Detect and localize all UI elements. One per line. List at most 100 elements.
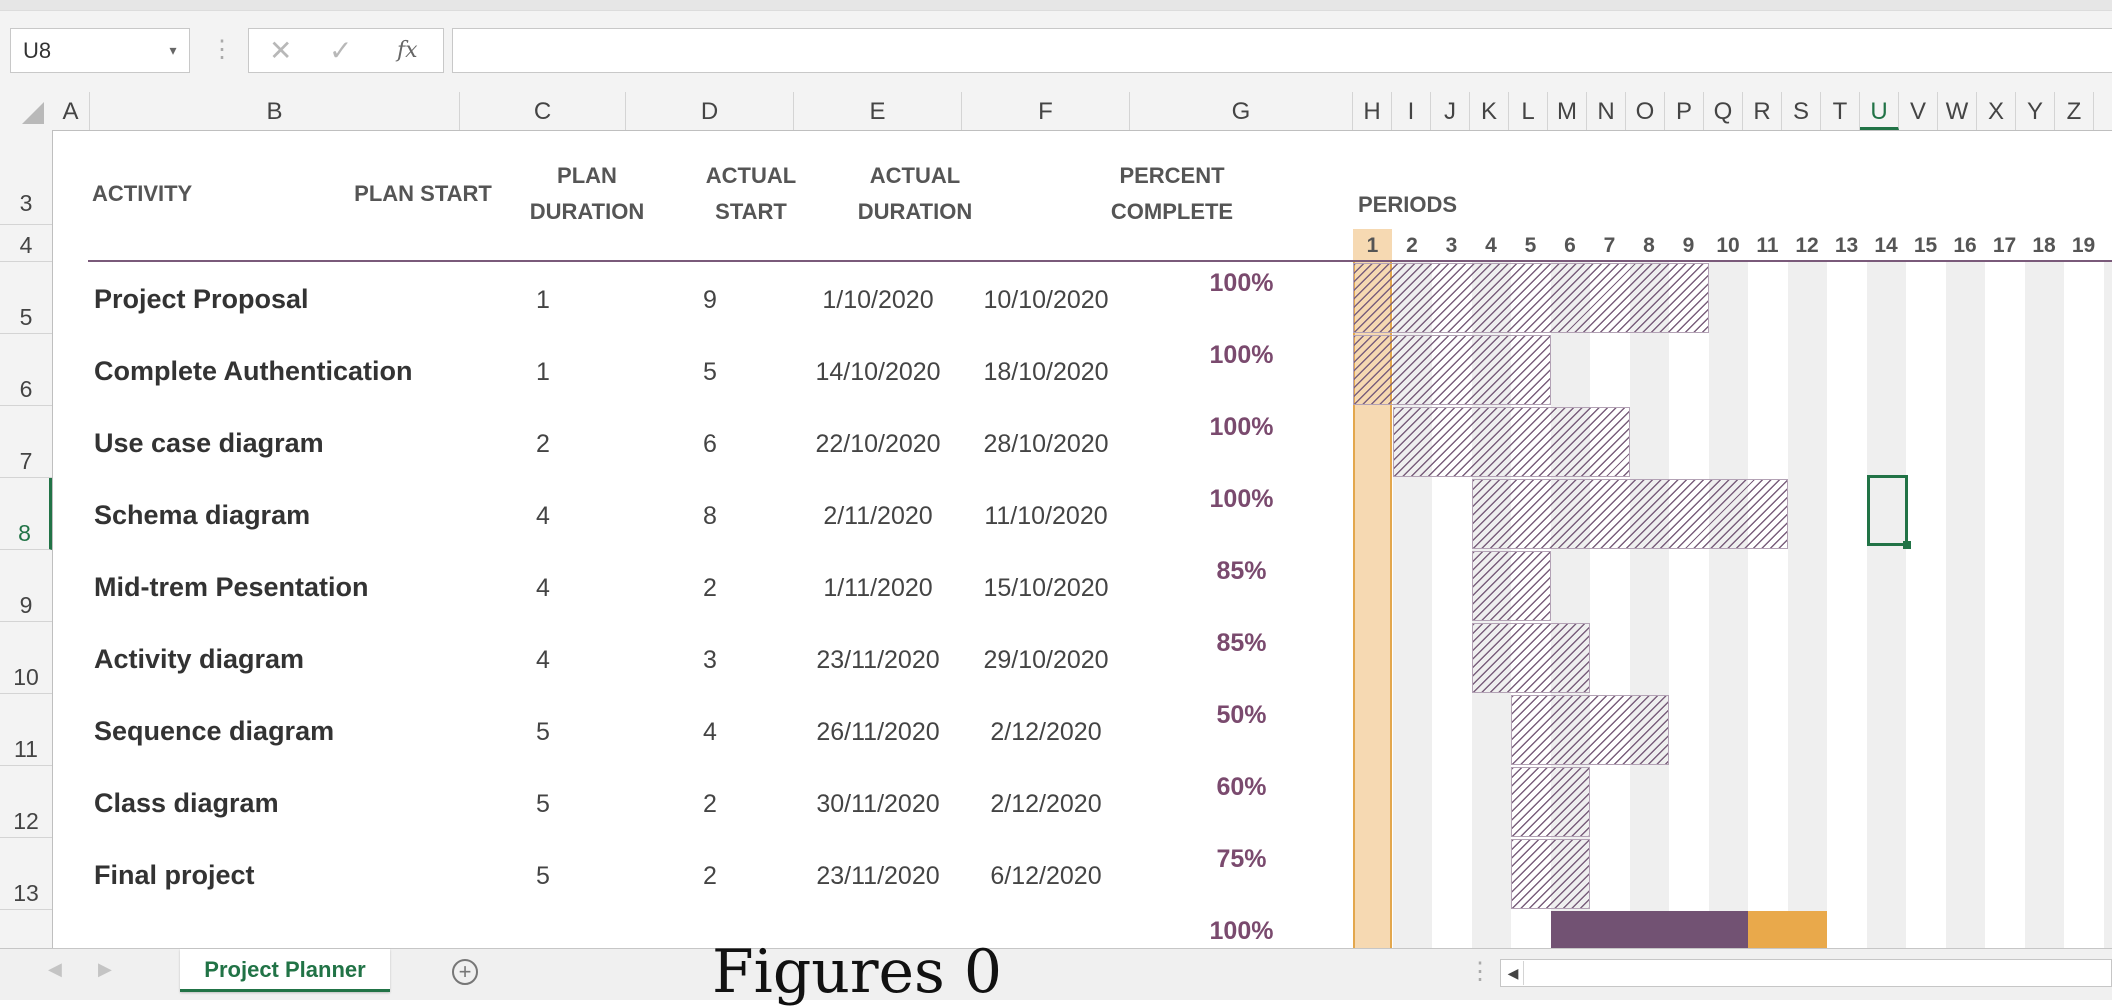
actual-start-cell: 2/11/2020 (794, 502, 962, 531)
column-header-m[interactable]: M (1548, 92, 1587, 130)
row-header-13[interactable]: 13 (0, 838, 52, 910)
gantt-period-column (1985, 261, 2025, 948)
column-header-c[interactable]: C (460, 92, 626, 130)
sheet-tab-bar: ◀ ▶ Project Planner + ⋮ ◀ (0, 948, 2112, 1000)
insert-function-icon[interactable]: fx (397, 29, 418, 72)
column-header-v[interactable]: V (1899, 92, 1938, 130)
row-header-3[interactable]: 3 (0, 130, 52, 225)
gantt-plan-bar[interactable] (1353, 335, 1551, 405)
period-number: 16 (1946, 229, 1985, 260)
gantt-period-column (1669, 261, 1709, 948)
column-header-u[interactable]: U (1860, 92, 1899, 130)
row-header-10[interactable]: 10 (0, 622, 52, 694)
column-header-a[interactable]: A (52, 92, 90, 130)
column-header-g[interactable]: G (1130, 92, 1353, 130)
percent-complete-cell: 100% (1130, 269, 1353, 298)
active-cell-cursor[interactable] (1867, 475, 1908, 546)
header-actual-duration: DURATION (833, 194, 997, 230)
sheet-tab-project-planner[interactable]: Project Planner (180, 949, 390, 992)
column-header-t[interactable]: T (1821, 92, 1860, 130)
period-number: 10 (1709, 229, 1748, 260)
scroll-split-handle-icon[interactable]: ⋮ (1468, 957, 1492, 986)
period-number: 1 (1353, 229, 1392, 260)
row-header-4[interactable]: 4 (0, 225, 52, 262)
gantt-plan-bar[interactable] (1511, 839, 1590, 909)
column-header-f[interactable]: F (962, 92, 1130, 130)
row-header-9[interactable]: 9 (0, 550, 52, 622)
add-sheet-icon[interactable]: + (452, 959, 478, 985)
column-header-x[interactable]: X (1977, 92, 2016, 130)
column-header-l[interactable]: L (1509, 92, 1548, 130)
activity-name: Mid-trem Pesentation (94, 572, 369, 603)
gantt-plan-bar[interactable] (1472, 623, 1591, 693)
actual-start-cell: 23/11/2020 (794, 862, 962, 891)
header-activity: ACTIVITY (92, 176, 192, 212)
gantt-plan-bar[interactable] (1472, 551, 1551, 621)
column-header-r[interactable]: R (1743, 92, 1782, 130)
column-header-n[interactable]: N (1587, 92, 1626, 130)
actual-duration-cell: 2/12/2020 (962, 790, 1130, 819)
gantt-plan-bar[interactable] (1511, 695, 1669, 765)
enter-icon[interactable]: ✓ (329, 29, 352, 72)
actual-start-cell: 22/10/2020 (794, 430, 962, 459)
plan-duration-cell: 2 (626, 790, 794, 819)
plan-duration-cell: 8 (626, 502, 794, 531)
column-header-d[interactable]: D (626, 92, 794, 130)
column-header-p[interactable]: P (1665, 92, 1704, 130)
row-header-8[interactable]: 8 (0, 478, 52, 550)
horizontal-scrollbar[interactable]: ◀ (1500, 959, 2112, 987)
scroll-left-icon[interactable]: ◀ (1503, 961, 1524, 985)
plan-duration-cell: 9 (626, 286, 794, 315)
column-header-o[interactable]: O (1626, 92, 1665, 130)
period-number: 14 (1867, 229, 1906, 260)
column-header-w[interactable]: W (1938, 92, 1977, 130)
activity-name: Final project (94, 860, 255, 891)
select-all-button[interactable] (0, 92, 50, 130)
cancel-icon[interactable]: ✕ (269, 29, 292, 72)
actual-duration-cell: 15/10/2020 (962, 574, 1130, 603)
activity-name: Complete Authentication (94, 356, 413, 387)
gantt-plan-bar[interactable] (1472, 479, 1788, 549)
formula-bar: U8 ▾ ⋮ ✕ ✓ fx (0, 0, 2112, 93)
column-header-y[interactable]: Y (2016, 92, 2055, 130)
gantt-period-column (1906, 261, 1946, 948)
header-percent-complete: PERCENT (1062, 158, 1282, 194)
column-header-j[interactable]: J (1431, 92, 1470, 130)
gantt-plan-bar[interactable] (1393, 407, 1630, 477)
formula-input[interactable] (452, 28, 2112, 73)
prev-sheet-icon[interactable]: ◀ (48, 959, 62, 980)
column-header-b[interactable]: B (90, 92, 460, 130)
gantt-period-column (2104, 261, 2112, 948)
row-header-12[interactable]: 12 (0, 766, 52, 838)
header-periods: PERIODS (1358, 192, 1457, 218)
plan-start-cell: 5 (460, 790, 626, 819)
actual-start-cell: 14/10/2020 (794, 358, 962, 387)
percent-complete-cell: 50% (1130, 701, 1353, 730)
column-header-e[interactable]: E (794, 92, 962, 130)
gantt-complete-bar[interactable] (1551, 911, 1749, 948)
gantt-period-column (2025, 261, 2065, 948)
gantt-plan-bar[interactable] (1511, 767, 1590, 837)
column-header-h[interactable]: H (1353, 92, 1392, 130)
row-header-7[interactable]: 7 (0, 406, 52, 478)
chevron-down-icon[interactable]: ▾ (160, 28, 186, 73)
column-header-q[interactable]: Q (1704, 92, 1743, 130)
actual-duration-cell: 2/12/2020 (962, 718, 1130, 747)
row-header-6[interactable]: 6 (0, 334, 52, 406)
column-header-k[interactable]: K (1470, 92, 1509, 130)
column-header-i[interactable]: I (1392, 92, 1431, 130)
gantt-period-column (1709, 261, 1749, 948)
worksheet-grid[interactable]: ACTIVITY PLAN START PLAN DURATION ACTUAL… (52, 130, 2112, 948)
next-sheet-icon[interactable]: ▶ (98, 959, 112, 980)
column-header-s[interactable]: S (1782, 92, 1821, 130)
row-header-11[interactable]: 11 (0, 694, 52, 766)
plan-start-cell: 2 (460, 430, 626, 459)
drag-handle-icon[interactable]: ⋮ (210, 30, 226, 70)
percent-complete-cell: 75% (1130, 845, 1353, 874)
percent-complete-cell: 85% (1130, 629, 1353, 658)
period-number: 3 (1432, 229, 1471, 260)
gantt-beyond-bar[interactable] (1748, 911, 1827, 948)
row-header-5[interactable]: 5 (0, 262, 52, 334)
gantt-plan-bar[interactable] (1353, 263, 1709, 333)
column-header-z[interactable]: Z (2055, 92, 2094, 130)
